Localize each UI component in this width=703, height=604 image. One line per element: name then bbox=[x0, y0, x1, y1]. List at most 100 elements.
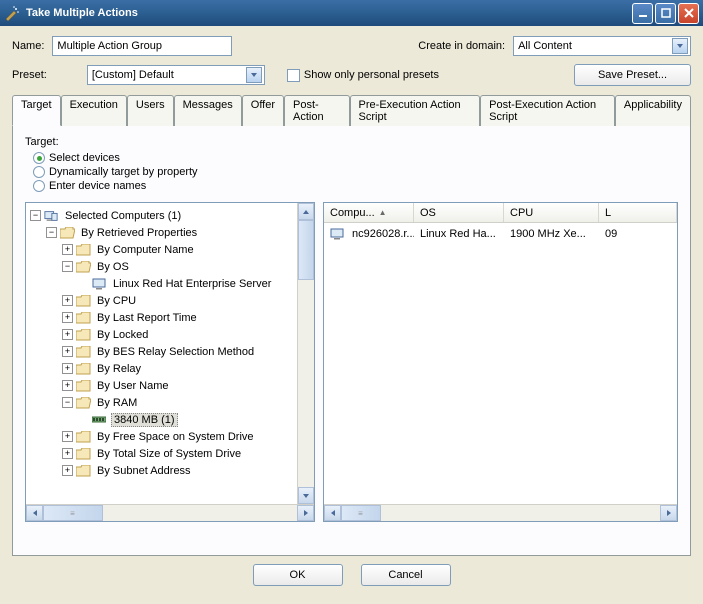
tree-hscroll[interactable]: ≡ bbox=[26, 504, 314, 521]
window-buttons bbox=[632, 3, 699, 24]
tab-offer[interactable]: Offer bbox=[242, 95, 284, 126]
preset-value: [Custom] Default bbox=[92, 69, 246, 81]
preset-label: Preset: bbox=[12, 69, 47, 81]
table-hscroll[interactable]: ≡ bbox=[324, 504, 677, 521]
collapse-icon[interactable]: − bbox=[46, 227, 57, 238]
expand-icon[interactable]: + bbox=[62, 295, 73, 306]
col-computer[interactable]: Compu...▲ bbox=[324, 203, 414, 222]
tab-post-action[interactable]: Post-Action bbox=[284, 95, 350, 126]
tree-node[interactable]: By CPU bbox=[95, 295, 138, 307]
scroll-up-icon[interactable] bbox=[298, 203, 314, 220]
scroll-thumb[interactable]: ≡ bbox=[43, 505, 103, 521]
tab-users[interactable]: Users bbox=[127, 95, 174, 126]
computer-icon bbox=[92, 277, 108, 290]
folder-icon bbox=[76, 294, 92, 307]
show-personal-checkbox[interactable]: Show only personal presets bbox=[287, 69, 439, 82]
computers-icon bbox=[44, 209, 60, 222]
ok-button[interactable]: OK bbox=[253, 564, 343, 586]
tree-node[interactable]: By Subnet Address bbox=[95, 465, 193, 477]
folder-icon bbox=[76, 243, 92, 256]
preset-select[interactable]: [Custom] Default bbox=[87, 65, 265, 85]
chevron-down-icon[interactable] bbox=[672, 38, 688, 54]
sort-asc-icon: ▲ bbox=[379, 208, 387, 217]
folder-open-icon bbox=[76, 260, 92, 273]
tree-node[interactable]: By OS bbox=[95, 261, 131, 273]
folder-open-icon bbox=[60, 226, 76, 239]
col-os[interactable]: OS bbox=[414, 203, 504, 222]
radio-label: Select devices bbox=[49, 152, 120, 164]
tree-leaf[interactable]: Linux Red Hat Enterprise Server bbox=[111, 278, 273, 290]
collapse-icon[interactable]: − bbox=[30, 210, 41, 221]
table-body[interactable]: nc926028.r... Linux Red Ha... 1900 MHz X… bbox=[324, 223, 677, 504]
dialog-footer: OK Cancel bbox=[12, 564, 691, 586]
minimize-button[interactable] bbox=[632, 3, 653, 24]
tree-node[interactable]: By User Name bbox=[95, 380, 171, 392]
tab-post-exec-script[interactable]: Post-Execution Action Script bbox=[480, 95, 615, 126]
radio-icon bbox=[33, 152, 45, 164]
radio-enter-names[interactable]: Enter device names bbox=[33, 180, 678, 192]
folder-icon bbox=[76, 362, 92, 375]
scroll-down-icon[interactable] bbox=[298, 487, 314, 504]
scroll-thumb[interactable] bbox=[298, 220, 314, 280]
tree-node[interactable]: By BES Relay Selection Method bbox=[95, 346, 256, 358]
collapse-icon[interactable]: − bbox=[62, 261, 73, 272]
cancel-button[interactable]: Cancel bbox=[361, 564, 451, 586]
maximize-button[interactable] bbox=[655, 3, 676, 24]
tree-node[interactable]: By Total Size of System Drive bbox=[95, 448, 243, 460]
table-row[interactable]: nc926028.r... Linux Red Ha... 1900 MHz X… bbox=[324, 225, 677, 243]
domain-value: All Content bbox=[518, 40, 672, 52]
tree-node[interactable]: By Last Report Time bbox=[95, 312, 199, 324]
cell-os: Linux Red Ha... bbox=[414, 226, 504, 242]
close-button[interactable] bbox=[678, 3, 699, 24]
expand-icon[interactable]: + bbox=[62, 448, 73, 459]
expand-icon[interactable]: + bbox=[62, 363, 73, 374]
tree-node[interactable]: By Relay bbox=[95, 363, 143, 375]
col-last[interactable]: L bbox=[599, 203, 677, 222]
chevron-down-icon[interactable] bbox=[246, 67, 262, 83]
tree-leaf[interactable]: 3840 MB (1) bbox=[111, 413, 178, 427]
expand-icon[interactable]: + bbox=[62, 465, 73, 476]
expand-icon[interactable]: + bbox=[62, 244, 73, 255]
radio-dynamic[interactable]: Dynamically target by property bbox=[33, 166, 678, 178]
scroll-left-icon[interactable] bbox=[26, 505, 43, 521]
radio-icon bbox=[33, 180, 45, 192]
name-input[interactable] bbox=[52, 36, 232, 56]
tab-applicability[interactable]: Applicability bbox=[615, 95, 691, 126]
save-preset-button[interactable]: Save Preset... bbox=[574, 64, 691, 86]
scroll-right-icon[interactable] bbox=[297, 505, 314, 521]
domain-select[interactable]: All Content bbox=[513, 36, 691, 56]
tree[interactable]: − Selected Computers (1) − By Retrieved … bbox=[26, 203, 297, 504]
tree-node[interactable]: By Free Space on System Drive bbox=[95, 431, 256, 443]
tab-pre-exec-script[interactable]: Pre-Execution Action Script bbox=[350, 95, 481, 126]
expand-icon[interactable]: + bbox=[62, 329, 73, 340]
tab-messages[interactable]: Messages bbox=[174, 95, 242, 126]
spacer bbox=[78, 414, 89, 425]
expand-icon[interactable]: + bbox=[62, 380, 73, 391]
tree-pane: − Selected Computers (1) − By Retrieved … bbox=[25, 202, 315, 522]
col-cpu[interactable]: CPU bbox=[504, 203, 599, 222]
tree-node[interactable]: By Computer Name bbox=[95, 244, 196, 256]
expand-icon[interactable]: + bbox=[62, 346, 73, 357]
scroll-right-icon[interactable] bbox=[660, 505, 677, 521]
collapse-icon[interactable]: − bbox=[62, 397, 73, 408]
tab-target[interactable]: Target bbox=[12, 95, 61, 126]
tab-execution[interactable]: Execution bbox=[61, 95, 127, 126]
tree-node[interactable]: By RAM bbox=[95, 397, 139, 409]
window-title: Take Multiple Actions bbox=[26, 7, 632, 19]
folder-icon bbox=[76, 464, 92, 477]
tree-vscroll[interactable] bbox=[297, 203, 314, 504]
expand-icon[interactable]: + bbox=[62, 312, 73, 323]
tree-node[interactable]: By Retrieved Properties bbox=[79, 227, 199, 239]
expand-icon[interactable]: + bbox=[62, 431, 73, 442]
scroll-thumb[interactable]: ≡ bbox=[341, 505, 381, 521]
target-label: Target: bbox=[25, 136, 678, 148]
radio-select-devices[interactable]: Select devices bbox=[33, 152, 678, 164]
tree-root[interactable]: Selected Computers (1) bbox=[63, 210, 183, 222]
cell-cpu: 1900 MHz Xe... bbox=[504, 226, 599, 242]
dialog-content: Name: Create in domain: All Content Pres… bbox=[0, 26, 703, 592]
tree-node[interactable]: By Locked bbox=[95, 329, 150, 341]
table-header: Compu...▲ OS CPU L bbox=[324, 203, 677, 223]
scroll-left-icon[interactable] bbox=[324, 505, 341, 521]
radio-icon bbox=[33, 166, 45, 178]
radio-label: Dynamically target by property bbox=[49, 166, 198, 178]
